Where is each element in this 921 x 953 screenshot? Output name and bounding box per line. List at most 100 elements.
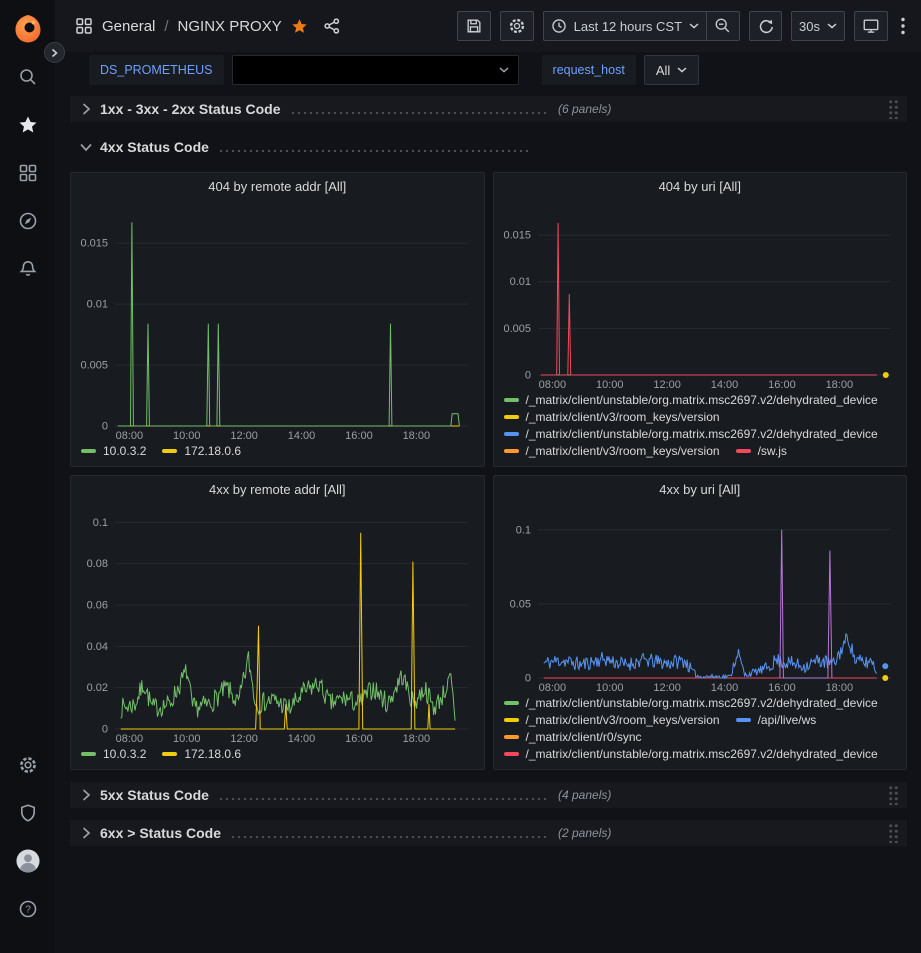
save-icon — [465, 17, 483, 35]
zoom-out-button[interactable] — [707, 11, 740, 41]
datasource-variable-label[interactable]: DS_PROMETHEUS — [89, 55, 224, 85]
grafana-app: ? General / NGINX PROXY — [0, 0, 921, 953]
more-options-button[interactable] — [897, 11, 909, 41]
legend-series-label: /api/live/ws — [758, 713, 817, 727]
sidebar-item-help[interactable]: ? — [16, 897, 40, 921]
svg-text:0.01: 0.01 — [509, 276, 530, 288]
chevron-right-icon — [78, 101, 94, 117]
time-series-chart[interactable]: 00.050.108:0010:0012:0014:0016:0018:00 — [498, 504, 903, 694]
sidebar-item-search[interactable] — [16, 65, 40, 89]
legend-series-label: 10.0.3.2 — [103, 747, 146, 761]
panel-title[interactable]: 404 by remote addr [All] — [71, 173, 484, 201]
svg-text:0.005: 0.005 — [80, 360, 108, 372]
row-drag-handle-icon[interactable] — [888, 785, 899, 805]
svg-text:10:00: 10:00 — [173, 430, 201, 442]
legend-series-label: 172.18.0.6 — [184, 747, 241, 761]
svg-text:0: 0 — [102, 421, 108, 433]
legend-item[interactable]: 172.18.0.6 — [162, 747, 241, 761]
svg-text:14:00: 14:00 — [710, 379, 738, 391]
bell-icon — [18, 259, 38, 279]
svg-text:0.05: 0.05 — [509, 598, 530, 610]
svg-text:10:00: 10:00 — [595, 379, 623, 391]
chevron-right-icon — [78, 825, 94, 841]
row-1xx-3xx-2xx[interactable]: 1xx - 3xx - 2xx Status Code (6 panels) — [70, 96, 907, 122]
legend-item[interactable]: /_matrix/client/unstable/org.matrix.msc2… — [504, 393, 878, 407]
shield-icon — [18, 803, 38, 823]
datasource-variable-dropdown[interactable] — [232, 55, 519, 85]
grafana-logo-icon[interactable] — [12, 13, 44, 45]
legend-item[interactable]: 172.18.0.6 — [162, 444, 241, 458]
legend-item[interactable]: 10.0.3.2 — [81, 747, 146, 761]
sidebar-item-starred[interactable] — [16, 113, 40, 137]
time-series-chart[interactable]: 00.0050.010.01508:0010:0012:0014:0016:00… — [75, 201, 480, 442]
row-6xx[interactable]: 6xx > Status Code (2 panels) — [70, 820, 907, 846]
request-host-variable-dropdown[interactable]: All — [644, 55, 699, 85]
chart-legend: 10.0.3.2 172.18.0.6 — [71, 442, 484, 466]
panel-title[interactable]: 4xx by uri [All] — [494, 476, 907, 504]
svg-text:0: 0 — [524, 370, 530, 382]
request-host-variable-label[interactable]: request_host — [542, 55, 636, 85]
sidebar: ? — [0, 0, 55, 953]
legend-item[interactable]: /_matrix/client/unstable/org.matrix.msc2… — [504, 747, 878, 761]
svg-text:08:00: 08:00 — [538, 379, 566, 391]
svg-text:10:00: 10:00 — [173, 733, 201, 745]
panel-4xx-by-remote-addr: 4xx by remote addr [All] 00.020.040.060.… — [70, 475, 485, 770]
user-avatar[interactable] — [16, 849, 40, 873]
share-icon[interactable] — [323, 17, 341, 35]
svg-text:08:00: 08:00 — [116, 430, 144, 442]
tv-icon — [862, 17, 880, 35]
svg-text:16:00: 16:00 — [768, 379, 796, 391]
compass-icon — [18, 211, 38, 231]
save-dashboard-button[interactable] — [457, 11, 491, 41]
svg-text:0.015: 0.015 — [503, 230, 531, 242]
sidebar-item-explore[interactable] — [16, 209, 40, 233]
clock-icon — [551, 18, 567, 34]
legend-item[interactable]: /_matrix/client/v3/room_keys/version — [504, 713, 720, 727]
panel-title[interactable]: 404 by uri [All] — [494, 173, 907, 201]
sidebar-item-settings[interactable] — [16, 753, 40, 777]
refresh-interval-dropdown[interactable]: 30s — [791, 11, 845, 41]
legend-series-marker-icon — [504, 735, 519, 739]
sidebar-item-alerting[interactable] — [16, 257, 40, 281]
panel-title[interactable]: 4xx by remote addr [All] — [71, 476, 484, 504]
time-series-chart[interactable]: 00.020.040.060.080.108:0010:0012:0014:00… — [75, 504, 480, 745]
sidebar-item-dashboards[interactable] — [16, 161, 40, 185]
svg-text:14:00: 14:00 — [288, 430, 316, 442]
legend-item[interactable]: /sw.js — [736, 444, 787, 458]
legend-item[interactable]: /_matrix/client/r0/sync — [504, 730, 642, 744]
legend-series-label: /_matrix/client/v3/room_keys/version — [526, 410, 720, 424]
row-drag-handle-icon[interactable] — [888, 99, 899, 119]
zoom-out-icon — [714, 17, 732, 35]
dotted-leader — [290, 112, 549, 114]
legend-series-label: /_matrix/client/v3/room_keys/version — [526, 444, 720, 458]
legend-item[interactable]: /_matrix/client/v3/room_keys/version — [504, 410, 720, 424]
row-drag-handle-icon[interactable] — [888, 823, 899, 843]
legend-item[interactable]: /_matrix/client/unstable/org.matrix.msc2… — [504, 427, 878, 441]
breadcrumb-section[interactable]: General — [102, 18, 155, 35]
sidebar-item-admin[interactable] — [16, 801, 40, 825]
legend-series-label: /_matrix/client/r0/sync — [526, 730, 642, 744]
row-4xx[interactable]: 4xx Status Code — [70, 134, 907, 160]
svg-text:12:00: 12:00 — [230, 733, 258, 745]
sidebar-expand-button[interactable] — [44, 42, 65, 63]
avatar-icon — [16, 848, 40, 874]
svg-text:0.06: 0.06 — [87, 600, 108, 612]
legend-item[interactable]: 10.0.3.2 — [81, 444, 146, 458]
caret-down-icon — [689, 23, 699, 29]
favorite-star-icon[interactable] — [291, 18, 308, 35]
tv-mode-button[interactable] — [854, 11, 888, 41]
legend-item[interactable]: /_matrix/client/v3/room_keys/version — [504, 444, 720, 458]
time-range-picker[interactable]: Last 12 hours CST — [543, 11, 707, 41]
refresh-button[interactable] — [749, 11, 782, 41]
legend-item[interactable]: /_matrix/client/unstable/org.matrix.msc2… — [504, 696, 878, 710]
legend-series-label: /_matrix/client/unstable/org.matrix.msc2… — [526, 747, 878, 761]
panel-404-by-remote-addr: 404 by remote addr [All] 00.0050.010.015… — [70, 172, 485, 467]
time-series-chart[interactable]: 00.0050.010.01508:0010:0012:0014:0016:00… — [498, 201, 903, 391]
header-toolbar: Last 12 hours CST 30s — [457, 11, 909, 41]
svg-text:0.08: 0.08 — [87, 558, 108, 570]
row-lead: 4xx Status Code — [70, 139, 540, 155]
dashboard-settings-button[interactable] — [500, 11, 534, 41]
breadcrumb-dashboard-title[interactable]: NGINX PROXY — [178, 18, 282, 35]
legend-item[interactable]: /api/live/ws — [736, 713, 817, 727]
row-5xx[interactable]: 5xx Status Code (4 panels) — [70, 782, 907, 808]
